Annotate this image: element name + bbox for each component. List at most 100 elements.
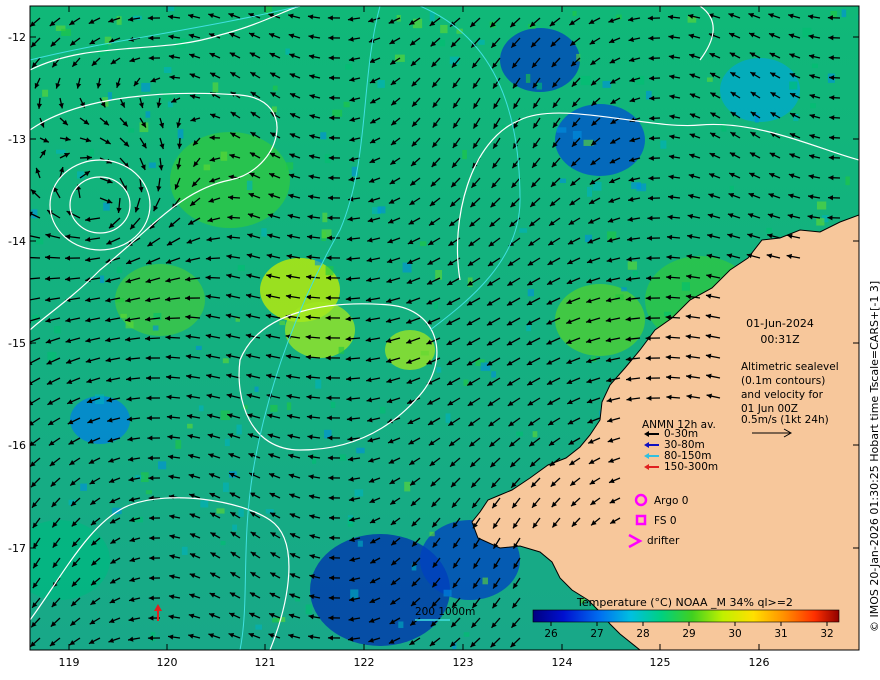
- argo-label: Argo 0: [654, 495, 688, 507]
- sst-pixel: [627, 261, 637, 270]
- sst-pixel: [482, 577, 488, 585]
- sst-pixel: [279, 320, 286, 326]
- sst-pixel: [343, 101, 350, 108]
- sst-pixel: [433, 301, 438, 310]
- sst-pixel: [681, 282, 690, 291]
- sst-pixel: [198, 405, 204, 412]
- sst-pixel: [572, 131, 582, 140]
- sst-pixel: [439, 39, 446, 47]
- colorbar-tick-label: 32: [820, 628, 833, 640]
- sst-pixel: [845, 176, 850, 186]
- sst-patch: [500, 28, 580, 92]
- lon-tick-label: 119: [59, 656, 80, 669]
- time-label: 00:31Z: [760, 333, 800, 346]
- colorbar-tick-label: 29: [682, 628, 695, 640]
- sst-pixel: [223, 482, 229, 492]
- lat-tick-label: -14: [8, 235, 26, 248]
- sst-pixel: [462, 149, 467, 160]
- sst-pixel: [379, 406, 386, 414]
- sst-pixel: [356, 447, 365, 454]
- sst-pixel: [789, 81, 798, 90]
- sst-pixel: [246, 180, 253, 191]
- sst-pixel: [816, 201, 827, 210]
- velocity-arrow: [30, 256, 41, 259]
- sst-pixel: [527, 289, 534, 297]
- sst-pixel: [445, 413, 451, 423]
- sealevel-note-line: Altimetric sealevel: [741, 361, 839, 373]
- lat-tick-label: -13: [8, 133, 26, 146]
- sst-pixel: [516, 431, 524, 437]
- sst-pixel: [580, 75, 591, 86]
- sst-pixel: [440, 24, 448, 34]
- sst-pixel: [857, 15, 859, 21]
- sst-pixel: [357, 540, 363, 547]
- lat-tick-label: -15: [8, 337, 26, 350]
- sst-pixel: [330, 401, 336, 408]
- sst-pixel: [586, 186, 593, 197]
- credit-text: © IMOS 20-Jan-2026 01:30:25 Hobart time …: [868, 281, 880, 632]
- sst-pixel: [61, 28, 72, 36]
- sst-pixel: [286, 162, 294, 170]
- lon-tick-label: 121: [255, 656, 276, 669]
- sst-pixel: [841, 9, 847, 18]
- sst-pixel: [163, 67, 172, 73]
- sst-pixel: [338, 346, 345, 354]
- sst-pixel: [220, 151, 228, 161]
- colorbar-title: Temperature (°C) NOAA _M 34% ql>=2: [576, 596, 793, 609]
- colorbar-tick-label: 26: [544, 628, 558, 640]
- sst-pixel: [145, 111, 151, 118]
- lat-tick-label: -12: [8, 31, 26, 44]
- sst-pixel: [429, 12, 435, 21]
- sst-patch: [30, 520, 110, 600]
- sst-pixel: [103, 202, 110, 211]
- sst-pixel: [272, 85, 278, 91]
- sst-pixel: [181, 546, 188, 555]
- sst-pixel: [125, 321, 134, 329]
- sst-pixel: [559, 178, 567, 184]
- sst-pixel: [477, 39, 485, 45]
- drifter-label: drifter: [647, 535, 680, 547]
- lat-tick-label: -17: [8, 542, 26, 555]
- colorbar: [532, 609, 840, 623]
- sst-pixel: [116, 266, 123, 274]
- lon-tick-label: 123: [453, 656, 474, 669]
- scale-label: 0.5m/s (1kt 24h): [741, 414, 829, 426]
- sst-pixel: [238, 509, 244, 517]
- sst-pixel: [377, 206, 386, 214]
- sst-pixel: [491, 371, 497, 378]
- sst-pixel: [532, 431, 538, 438]
- sst-pixel: [572, 10, 577, 17]
- sst-pixel: [811, 63, 818, 69]
- sst-pixel: [254, 386, 259, 392]
- sst-pixel: [216, 508, 225, 514]
- sst-pixel: [220, 540, 226, 546]
- bathymetry-legend-label: 200 1000m: [415, 606, 475, 618]
- sst-pixel: [232, 524, 237, 531]
- sst-pixel: [222, 358, 229, 364]
- sst-pixel: [398, 621, 404, 628]
- sst-pixel: [525, 73, 531, 83]
- sst-pixel: [166, 6, 175, 12]
- velocity-arrowhead: [30, 278, 31, 282]
- sst-pixel: [463, 632, 470, 637]
- sst-pixel: [377, 80, 385, 88]
- lon-tick-label: 120: [157, 656, 178, 669]
- sst-pixel: [345, 64, 353, 70]
- sst-pixel: [128, 128, 135, 133]
- sst-pixel: [602, 80, 611, 88]
- colorbar-tick-label: 27: [590, 628, 603, 640]
- sst-pixel: [120, 313, 127, 318]
- colorbar-tick-label: 31: [774, 628, 787, 640]
- sst-patch: [555, 284, 645, 356]
- sst-pixel: [729, 185, 734, 192]
- sst-pixel: [175, 440, 182, 449]
- sst-pixel: [100, 275, 105, 284]
- sst-pixel: [195, 345, 202, 350]
- sst-pixel: [42, 89, 49, 97]
- sst-pixel: [261, 228, 267, 237]
- sst-pixel: [556, 127, 567, 133]
- sst-pixel: [320, 132, 327, 140]
- sst-pixel: [324, 154, 331, 164]
- sst-pixel: [436, 367, 442, 373]
- sst-pixel: [145, 490, 152, 495]
